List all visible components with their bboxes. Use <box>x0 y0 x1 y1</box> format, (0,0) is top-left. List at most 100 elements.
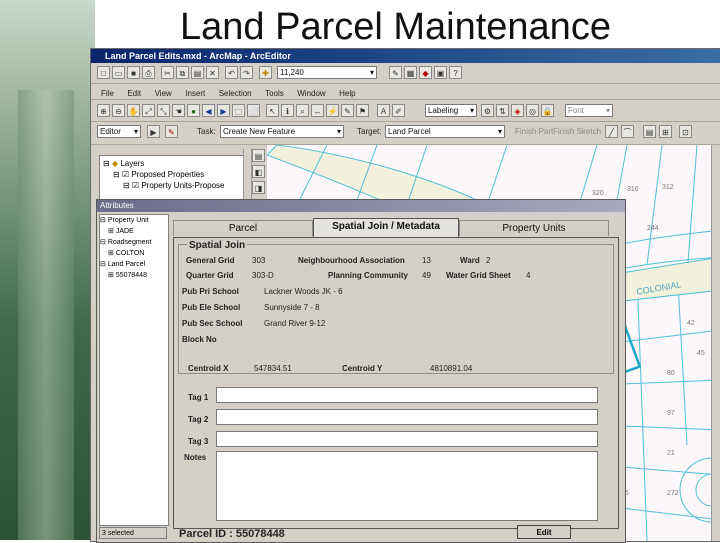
full-extent-icon[interactable]: ● <box>187 104 200 117</box>
text-label-icon[interactable]: A <box>377 104 390 117</box>
route-icon[interactable]: ⚑ <box>356 104 369 117</box>
target-combo[interactable]: Land Parcel ▾ <box>385 125 505 138</box>
arctoolbox-icon[interactable]: ▦ <box>404 66 417 79</box>
tree-item[interactable]: ⊟ Land Parcel <box>100 259 168 270</box>
finish-sketch-button[interactable]: Finish Sketch <box>553 127 601 136</box>
chevron-down-icon: ▾ <box>133 127 138 136</box>
toc-layers[interactable]: ⊟ ◆ Layers <box>103 158 246 169</box>
menu-help[interactable]: Help <box>339 86 355 102</box>
arcmap-window: Land Parcel Edits.mxd - ArcMap - ArcEdit… <box>90 48 720 543</box>
ward-value: 2 <box>486 256 491 265</box>
copy-icon[interactable]: ⧉ <box>176 66 189 79</box>
menu-view[interactable]: View <box>155 86 172 102</box>
back-icon[interactable]: ◀ <box>202 104 215 117</box>
labeling-combo[interactable]: Labeling ▾ <box>425 104 477 117</box>
toc-layers-label: Layers <box>120 159 145 168</box>
ele-school-value: Sunnyside 7 - 8 <box>264 303 320 312</box>
tab-spatial-join[interactable]: Spatial Join / Metadata <box>313 218 459 237</box>
menu-tools[interactable]: Tools <box>265 86 284 102</box>
tree-item[interactable]: ⊞ COLTON <box>100 248 168 259</box>
select-elements-icon[interactable]: ↖ <box>266 104 279 117</box>
undo-icon[interactable]: ↶ <box>225 66 238 79</box>
task-label: Task: <box>197 127 216 136</box>
attributes-icon[interactable]: ▤ <box>643 125 656 138</box>
display-tab-icon[interactable]: ▤ <box>252 149 265 162</box>
menu-insert[interactable]: Insert <box>185 86 205 102</box>
cut-icon[interactable]: ✂ <box>161 66 174 79</box>
add-data-icon[interactable]: ✚ <box>259 66 272 79</box>
tag1-input[interactable] <box>216 387 598 403</box>
print-icon[interactable]: ⎙ <box>142 66 155 79</box>
tag2-input[interactable] <box>216 409 598 425</box>
source-tab-icon[interactable]: ◧ <box>252 165 265 178</box>
clear-selection-icon[interactable]: ⬜ <box>247 104 260 117</box>
label-priority-icon[interactable]: ⇅ <box>496 104 509 117</box>
centroid-x-label: Centroid X <box>188 364 229 373</box>
tree-item[interactable]: ⊟ Roadsegment <box>100 237 168 248</box>
sketch-properties-icon[interactable]: ╱ <box>605 125 618 138</box>
delete-icon[interactable]: ✕ <box>206 66 219 79</box>
menu-window[interactable]: Window <box>297 86 325 102</box>
toc-proposed-properties[interactable]: ⊟ ☑ Proposed Properties <box>103 169 246 180</box>
measure-icon[interactable]: ↔ <box>311 104 324 117</box>
hand-icon[interactable]: ☚ <box>172 104 185 117</box>
tree-item-selected[interactable]: ⊞ 55078448 <box>100 270 168 281</box>
map-scrollbar[interactable] <box>711 145 720 541</box>
select-features-icon[interactable]: ⬚ <box>232 104 245 117</box>
label-weights-icon[interactable]: ◈ <box>511 104 524 117</box>
selection-tab-icon[interactable]: ◨ <box>252 181 265 194</box>
map-tips-icon[interactable]: ✎ <box>341 104 354 117</box>
open-icon[interactable]: ▭ <box>112 66 125 79</box>
label-manager-icon[interactable]: ⚙ <box>481 104 494 117</box>
new-icon[interactable]: □ <box>97 66 110 79</box>
draw-icon[interactable]: ✐ <box>392 104 405 117</box>
attributes-titlebar[interactable]: Attributes <box>97 200 625 212</box>
tree-item[interactable]: ⊟ Property Unit <box>100 215 168 226</box>
tag3-input[interactable] <box>216 431 598 447</box>
labeling-label: Labeling <box>428 106 459 115</box>
quarter-grid-label: Quarter Grid <box>186 271 234 280</box>
svg-text:45: 45 <box>697 350 705 357</box>
topology-icon[interactable]: ⊞ <box>659 125 672 138</box>
whats-this-icon[interactable]: ? <box>449 66 462 79</box>
hyperlink-icon[interactable]: ⚡ <box>326 104 339 117</box>
menu-edit[interactable]: Edit <box>127 86 141 102</box>
toolbox-icon[interactable]: ◆ <box>419 66 432 79</box>
fixed-zoom-out-icon[interactable]: ⤡ <box>157 104 170 117</box>
menu-file[interactable]: File <box>101 86 114 102</box>
view-unplaced-icon[interactable]: ◎ <box>526 104 539 117</box>
sketch-tool-icon[interactable]: ✎ <box>165 125 178 138</box>
tree-label: Property Unit <box>107 217 149 224</box>
edit-tool-icon[interactable]: ▶ <box>147 125 160 138</box>
finish-part-button[interactable]: Finish Part <box>515 127 553 136</box>
toc-property-units[interactable]: ⊟ ☑ Property Units-Propose <box>103 180 246 191</box>
snapping-icon[interactable]: ⊡ <box>679 125 692 138</box>
edit-button[interactable]: Edit <box>517 525 571 539</box>
paste-icon[interactable]: ▤ <box>191 66 204 79</box>
editor-toolbar-icon[interactable]: ✎ <box>389 66 402 79</box>
reshape-icon[interactable]: ⌒ <box>621 125 634 138</box>
fixed-zoom-in-icon[interactable]: ⤢ <box>142 104 155 117</box>
zoom-out-icon[interactable]: ⊖ <box>112 104 125 117</box>
tab-parcel[interactable]: Parcel <box>173 220 313 236</box>
scale-combo[interactable]: 11,240 ▾ <box>277 66 377 79</box>
tab-property-units[interactable]: Property Units <box>459 220 609 236</box>
editor-toolbar: Editor ▾ ▶ ✎ Task: Create New Feature ▾ Ta… <box>91 122 720 145</box>
lock-labels-icon[interactable]: 🔒 <box>541 104 554 117</box>
editor-menu[interactable]: Editor ▾ <box>97 125 141 138</box>
window-titlebar[interactable]: Land Parcel Edits.mxd - ArcMap - ArcEdit… <box>91 49 720 63</box>
redo-icon[interactable]: ↷ <box>240 66 253 79</box>
command-line-icon[interactable]: ▣ <box>434 66 447 79</box>
forward-icon[interactable]: ▶ <box>217 104 230 117</box>
zoom-in-icon[interactable]: ⊕ <box>97 104 110 117</box>
font-combo[interactable]: Font ▾ <box>565 104 613 117</box>
notes-textarea[interactable] <box>216 451 598 521</box>
save-icon[interactable]: ■ <box>127 66 140 79</box>
pan-icon[interactable]: ✋ <box>127 104 140 117</box>
find-icon[interactable]: ⌕ <box>296 104 309 117</box>
feature-tree: ⊟ Property Unit ⊞ JADE ⊟ Roadsegment ⊞ C… <box>99 214 169 526</box>
task-combo[interactable]: Create New Feature ▾ <box>220 125 344 138</box>
tree-item[interactable]: ⊞ JADE <box>100 226 168 237</box>
identify-icon[interactable]: ℹ <box>281 104 294 117</box>
menu-selection[interactable]: Selection <box>219 86 252 102</box>
